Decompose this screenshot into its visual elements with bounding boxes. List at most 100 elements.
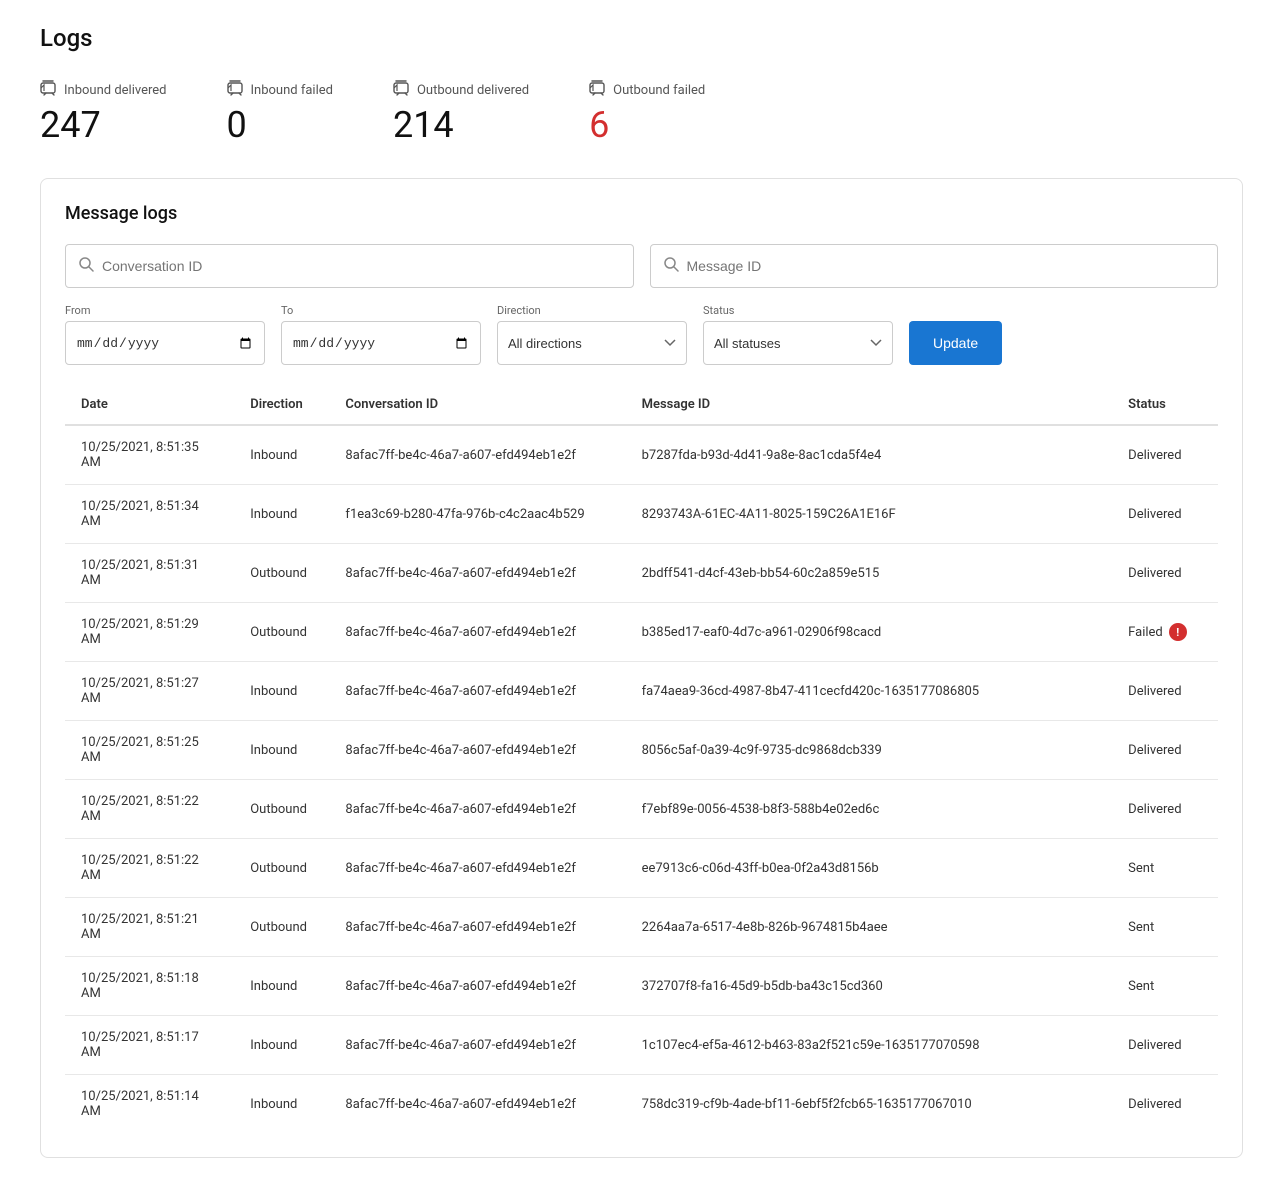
col-header-date: Date [65,385,234,425]
direction-select[interactable]: All directionsInboundOutbound [497,321,687,365]
page-container: Logs Inbound delivered 247 Inbou [0,0,1283,1182]
from-filter-group: From [65,304,265,365]
direction-cell: Inbound [234,485,329,544]
direction-cell: Inbound [234,1075,329,1134]
conv-id-cell: 8afac7ff-be4c-46a7-a607-efd494eb1e2f [329,839,625,898]
stat-value: 0 [227,104,333,146]
status-cell: Sent [1112,957,1218,1016]
conv-id-cell: 8afac7ff-be4c-46a7-a607-efd494eb1e2f [329,425,625,485]
msg-id-cell: ee7913c6-c06d-43ff-b0ea-0f2a43d8156b [626,839,1113,898]
table-row[interactable]: 10/25/2021, 8:51:14 AM Inbound 8afac7ff-… [65,1075,1218,1134]
status-failed: Failed! [1128,623,1202,641]
date-cell: 10/25/2021, 8:51:17 AM [65,1016,234,1075]
message-id-input[interactable] [687,258,1206,274]
msg-id-cell: 8293743A-61EC-4A11-8025-159C26A1E16F [626,485,1113,544]
conversation-search-icon [78,256,94,276]
stat-label-text: Outbound failed [613,83,705,98]
stat-icon [227,80,245,100]
from-date-input[interactable] [65,321,265,365]
direction-cell: Inbound [234,662,329,721]
stat-label-text: Outbound delivered [417,83,529,98]
table-row[interactable]: 10/25/2021, 8:51:31 AM Outbound 8afac7ff… [65,544,1218,603]
conv-id-cell: 8afac7ff-be4c-46a7-a607-efd494eb1e2f [329,1075,625,1134]
conv-id-cell: 8afac7ff-be4c-46a7-a607-efd494eb1e2f [329,721,625,780]
date-cell: 10/25/2021, 8:51:18 AM [65,957,234,1016]
stat-value: 6 [589,104,705,146]
to-filter-group: To [281,304,481,365]
to-label: To [281,304,481,317]
msg-id-cell: 8056c5af-0a39-4c9f-9735-dc9868dcb339 [626,721,1113,780]
table-row[interactable]: 10/25/2021, 8:51:22 AM Outbound 8afac7ff… [65,780,1218,839]
date-cell: 10/25/2021, 8:51:21 AM [65,898,234,957]
table-row[interactable]: 10/25/2021, 8:51:35 AM Inbound 8afac7ff-… [65,425,1218,485]
table-row[interactable]: 10/25/2021, 8:51:34 AM Inbound f1ea3c69-… [65,485,1218,544]
msg-id-cell: f7ebf89e-0056-4538-b8f3-588b4e02ed6c [626,780,1113,839]
status-cell: Delivered [1112,721,1218,780]
status-cell: Delivered [1112,662,1218,721]
date-cell: 10/25/2021, 8:51:27 AM [65,662,234,721]
stat-outbound-delivered: Outbound delivered 214 [393,80,529,146]
status-cell: Delivered [1112,780,1218,839]
msg-id-cell: 372707f8-fa16-45d9-b5db-ba43c15cd360 [626,957,1113,1016]
to-date-input[interactable] [281,321,481,365]
stat-value: 247 [40,104,167,146]
table-row[interactable]: 10/25/2021, 8:51:25 AM Inbound 8afac7ff-… [65,721,1218,780]
direction-cell: Outbound [234,780,329,839]
conv-id-cell: 8afac7ff-be4c-46a7-a607-efd494eb1e2f [329,603,625,662]
stat-label: Outbound failed [589,80,705,100]
page-title: Logs [40,24,1243,52]
filter-row: From To Direction All directionsInboundO… [65,304,1218,365]
stat-icon [393,80,411,100]
conv-id-cell: f1ea3c69-b280-47fa-976b-c4c2aac4b529 [329,485,625,544]
status-select[interactable]: All statusesDeliveredFailedSent [703,321,893,365]
date-cell: 10/25/2021, 8:51:22 AM [65,839,234,898]
direction-cell: Inbound [234,721,329,780]
date-cell: 10/25/2021, 8:51:22 AM [65,780,234,839]
conversation-search-box [65,244,634,288]
table-row[interactable]: 10/25/2021, 8:51:21 AM Outbound 8afac7ff… [65,898,1218,957]
stats-row: Inbound delivered 247 Inbound failed 0 [40,80,1243,146]
date-cell: 10/25/2021, 8:51:29 AM [65,603,234,662]
table-row[interactable]: 10/25/2021, 8:51:18 AM Inbound 8afac7ff-… [65,957,1218,1016]
status-text: Failed [1128,625,1163,640]
direction-cell: Inbound [234,425,329,485]
status-label: Status [703,304,893,317]
status-cell: Sent [1112,839,1218,898]
conv-id-cell: 8afac7ff-be4c-46a7-a607-efd494eb1e2f [329,898,625,957]
status-filter-group: Status All statusesDeliveredFailedSent [703,304,893,365]
update-button[interactable]: Update [909,321,1002,365]
date-cell: 10/25/2021, 8:51:14 AM [65,1075,234,1134]
conv-id-cell: 8afac7ff-be4c-46a7-a607-efd494eb1e2f [329,544,625,603]
stat-inbound-failed: Inbound failed 0 [227,80,333,146]
message-logs-card: Message logs [40,178,1243,1158]
msg-id-cell: 2264aa7a-6517-4e8b-826b-9674815b4aee [626,898,1113,957]
msg-id-cell: 2bdff541-d4cf-43eb-bb54-60c2a859e515 [626,544,1113,603]
conversation-id-input[interactable] [102,258,621,274]
search-row [65,244,1218,288]
col-header-conversation-id: Conversation ID [329,385,625,425]
table-row[interactable]: 10/25/2021, 8:51:29 AM Outbound 8afac7ff… [65,603,1218,662]
stat-label: Inbound delivered [40,80,167,100]
direction-filter-group: Direction All directionsInboundOutbound [497,304,687,365]
direction-label: Direction [497,304,687,317]
msg-id-cell: fa74aea9-36cd-4987-8b47-411cecfd420c-163… [626,662,1113,721]
msg-id-cell: b7287fda-b93d-4d41-9a8e-8ac1cda5f4e4 [626,425,1113,485]
table-row[interactable]: 10/25/2021, 8:51:27 AM Inbound 8afac7ff-… [65,662,1218,721]
status-cell: Failed! [1112,603,1218,662]
stat-outbound-failed: Outbound failed 6 [589,80,705,146]
msg-id-cell: 1c107ec4-ef5a-4612-b463-83a2f521c59e-163… [626,1016,1113,1075]
msg-id-cell: b385ed17-eaf0-4d7c-a961-02906f98cacd [626,603,1113,662]
status-cell: Delivered [1112,1075,1218,1134]
message-search-icon [663,256,679,276]
table-row[interactable]: 10/25/2021, 8:51:17 AM Inbound 8afac7ff-… [65,1016,1218,1075]
stat-label-text: Inbound failed [251,83,333,98]
stat-icon [589,80,607,100]
direction-cell: Outbound [234,544,329,603]
status-cell: Delivered [1112,485,1218,544]
status-cell: Delivered [1112,425,1218,485]
table-row[interactable]: 10/25/2021, 8:51:22 AM Outbound 8afac7ff… [65,839,1218,898]
date-cell: 10/25/2021, 8:51:34 AM [65,485,234,544]
direction-cell: Outbound [234,603,329,662]
col-header-message-id: Message ID [626,385,1113,425]
conv-id-cell: 8afac7ff-be4c-46a7-a607-efd494eb1e2f [329,780,625,839]
